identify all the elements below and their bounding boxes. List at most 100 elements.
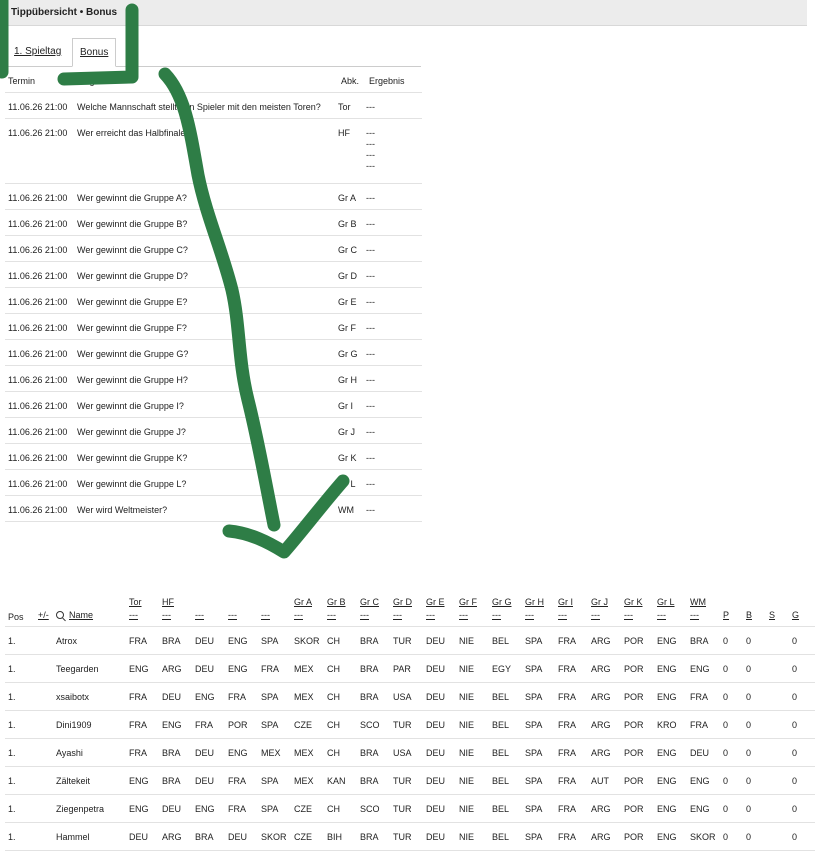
header-p[interactable]: P — [723, 588, 746, 627]
player-tip: ENG — [657, 794, 690, 823]
bonus-question: Wer gewinnt die Gruppe I? — [73, 391, 338, 418]
header-s[interactable]: S — [769, 588, 792, 627]
header-name[interactable]: Name — [56, 588, 129, 627]
header-tip-column[interactable]: WM --- — [690, 588, 723, 627]
header-tip-column[interactable]: Gr J --- — [591, 588, 624, 627]
tip-column-result[interactable]: --- — [459, 609, 492, 622]
tip-column-result[interactable]: --- — [492, 609, 525, 622]
header-tip-column[interactable]: --- — [228, 588, 261, 627]
player-tip: SPA — [525, 738, 558, 767]
tip-column-link[interactable]: Gr D — [393, 596, 426, 609]
player-tip: ENG — [690, 654, 723, 683]
tip-column-link[interactable]: WM — [690, 596, 723, 609]
sort-name-link[interactable]: Name — [69, 610, 93, 620]
tip-column-link[interactable]: Gr G — [492, 596, 525, 609]
header-tip-column[interactable]: Gr G --- — [492, 588, 525, 627]
bonus-abbr: Gr K — [338, 443, 366, 470]
player-tip: FRA — [129, 626, 162, 655]
tip-column-result[interactable]: --- — [657, 609, 690, 622]
header-tip-column[interactable]: HF --- — [162, 588, 195, 627]
tip-column-result[interactable]: --- — [591, 609, 624, 622]
sort-b-link[interactable]: B — [746, 609, 769, 622]
header-tip-column[interactable]: Gr H --- — [525, 588, 558, 627]
tab-spieltag[interactable]: 1. Spieltag — [7, 38, 68, 65]
player-s — [769, 794, 792, 823]
ranking-body: 1. Atrox FRA BRA DEU ENG SPA SKOR CH BRA TUR DEU NIE… — [5, 626, 815, 851]
player-tip: FRA — [558, 710, 591, 739]
tip-column-result[interactable]: --- — [294, 609, 327, 622]
header-pos: Pos — [5, 588, 38, 627]
player-tip: EGY — [492, 654, 525, 683]
tip-column-link[interactable]: Gr C — [360, 596, 393, 609]
tip-column-result[interactable]: --- — [228, 609, 261, 622]
header-tip-column[interactable]: --- — [261, 588, 294, 627]
tip-column-result[interactable]: --- — [525, 609, 558, 622]
player-tip: BRA — [360, 766, 393, 795]
player-tip: DEU — [426, 654, 459, 683]
header-tip-column[interactable]: Tor --- — [129, 588, 162, 627]
tip-column-link[interactable]: Gr J — [591, 596, 624, 609]
bonus-abbr: Gr H — [338, 365, 366, 392]
player-tip: BEL — [492, 682, 525, 711]
tip-column-result[interactable]: --- — [426, 609, 459, 622]
tip-column-result[interactable]: --- — [393, 609, 426, 622]
tip-column-result[interactable]: --- — [558, 609, 591, 622]
bonus-date: 11.06.26 21:00 — [5, 339, 73, 366]
header-tip-column[interactable]: Gr I --- — [558, 588, 591, 627]
header-tip-column[interactable]: Gr A --- — [294, 588, 327, 627]
header-tip-column[interactable]: Gr D --- — [393, 588, 426, 627]
sort-plusminus-link[interactable]: +/- — [38, 609, 56, 622]
header-tip-column[interactable]: Gr L --- — [657, 588, 690, 627]
tip-column-result[interactable]: --- — [261, 609, 294, 622]
tip-column-link[interactable]: Gr F — [459, 596, 492, 609]
tip-column-link[interactable]: Gr H — [525, 596, 558, 609]
bonus-abbr: Gr C — [338, 235, 366, 262]
tip-column-result[interactable]: --- — [690, 609, 723, 622]
header-b[interactable]: B — [746, 588, 769, 627]
player-tip: POR — [624, 626, 657, 655]
tip-column-link[interactable]: HF — [162, 596, 195, 609]
player-tip: BRA — [162, 626, 195, 655]
header-tip-column[interactable]: Gr K --- — [624, 588, 657, 627]
tip-column-result[interactable]: --- — [195, 609, 228, 622]
tab-bonus[interactable]: Bonus — [72, 38, 117, 67]
header-g[interactable]: G — [792, 588, 815, 627]
player-tip: NIE — [459, 766, 492, 795]
tip-column-link[interactable]: Gr A — [294, 596, 327, 609]
bonus-result: --- — [366, 469, 422, 496]
tip-column-link[interactable]: Gr I — [558, 596, 591, 609]
header-tip-column[interactable]: --- — [195, 588, 228, 627]
sort-s-link[interactable]: S — [769, 609, 792, 622]
bonus-date: 11.06.26 21:00 — [5, 209, 73, 236]
bonus-result-value: --- — [366, 161, 375, 171]
player-tip: POR — [624, 710, 657, 739]
player-tip: SPA — [525, 682, 558, 711]
player-b: 0 — [746, 710, 769, 739]
tip-column-link[interactable]: Gr E — [426, 596, 459, 609]
header-tip-column[interactable]: Gr E --- — [426, 588, 459, 627]
title-bar: Tippübersicht • Bonus — [0, 0, 807, 26]
sort-p-link[interactable]: P — [723, 609, 746, 622]
tip-column-result[interactable]: --- — [624, 609, 657, 622]
header-tip-column[interactable]: Gr B --- — [327, 588, 360, 627]
player-tip: ENG — [162, 710, 195, 739]
tip-column-result[interactable]: --- — [129, 609, 162, 622]
bonus-question: Wer gewinnt die Gruppe D? — [73, 261, 338, 288]
player-tip: FRA — [195, 710, 228, 739]
player-tip: BRA — [360, 682, 393, 711]
tip-column-link[interactable]: Gr B — [327, 596, 360, 609]
tip-column-link[interactable]: Gr K — [624, 596, 657, 609]
tip-column-link[interactable]: Gr L — [657, 596, 690, 609]
tip-column-link[interactable]: Tor — [129, 596, 162, 609]
header-tip-column[interactable]: Gr C --- — [360, 588, 393, 627]
search-icon[interactable] — [56, 611, 64, 619]
tip-column-result[interactable]: --- — [327, 609, 360, 622]
header-plusminus[interactable]: +/- — [38, 588, 56, 627]
header-tip-column[interactable]: Gr F --- — [459, 588, 492, 627]
player-tip: BEL — [492, 626, 525, 655]
sort-g-link[interactable]: G — [792, 609, 815, 622]
tip-column-result[interactable]: --- — [162, 609, 195, 622]
tip-column-result[interactable]: --- — [360, 609, 393, 622]
bonus-question: Wer gewinnt die Gruppe E? — [73, 287, 338, 314]
player-name: Ayashi — [56, 738, 129, 767]
